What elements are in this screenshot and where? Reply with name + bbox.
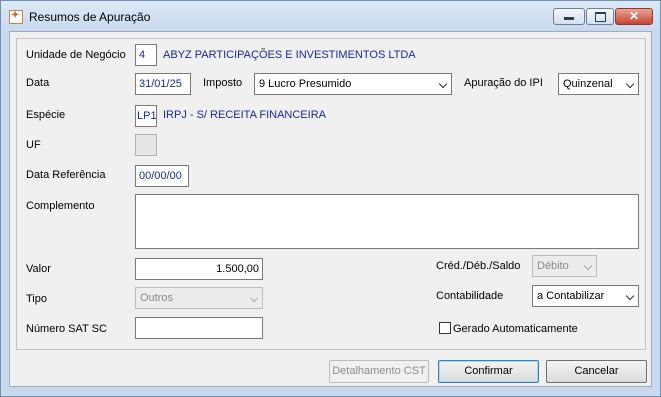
complemento-textarea[interactable] bbox=[135, 194, 639, 249]
dialog-client: Unidade de Negócio 4 ABYZ PARTICIPAÇÕES … bbox=[9, 31, 652, 387]
title-bar[interactable]: ✦ Resumos de Apuração ✕ bbox=[1, 1, 660, 31]
numero-sat-label: Número SAT SC bbox=[26, 323, 107, 335]
contabilidade-value: a Contabilizar bbox=[537, 290, 605, 302]
especie-code-field[interactable]: LP1 bbox=[135, 105, 157, 127]
chevron-down-icon bbox=[249, 293, 259, 303]
especie-label: Espécie bbox=[26, 109, 66, 121]
imposto-select[interactable]: 9 Lucro Presumido bbox=[254, 73, 452, 95]
detalhamento-cst-button: Detalhamento CST bbox=[329, 360, 429, 383]
valor-field[interactable]: 1.500,00 bbox=[135, 258, 263, 280]
chevron-down-icon bbox=[438, 79, 448, 89]
imposto-label: Imposto bbox=[203, 77, 243, 89]
data-referencia-label: Data Referência bbox=[26, 169, 106, 181]
close-icon: ✕ bbox=[628, 9, 640, 23]
chevron-down-icon bbox=[625, 291, 635, 301]
chevron-down-icon bbox=[583, 261, 593, 271]
unidade-label: Unidade de Negócio bbox=[26, 49, 126, 61]
cred-deb-saldo-label: Créd./Déb./Saldo bbox=[436, 260, 521, 272]
contabilidade-label: Contabilidade bbox=[436, 290, 504, 302]
app-icon: ✦ bbox=[9, 10, 23, 24]
chevron-down-icon bbox=[625, 79, 635, 89]
data-referencia-field[interactable]: 00/00/00 bbox=[135, 165, 189, 187]
dialog-window: ✦ Resumos de Apuração ✕ Unidade de Negóc… bbox=[0, 0, 661, 397]
imposto-value: 9 Lucro Presumido bbox=[259, 78, 352, 90]
maximize-button[interactable] bbox=[586, 8, 614, 25]
especie-name: IRPJ - S/ RECEITA FINANCEIRA bbox=[163, 109, 326, 121]
close-button[interactable]: ✕ bbox=[615, 8, 653, 25]
tipo-value: Outros bbox=[140, 292, 174, 304]
uf-field bbox=[135, 134, 157, 156]
gerado-auto-checkbox[interactable] bbox=[439, 322, 451, 334]
minimize-button[interactable] bbox=[553, 8, 585, 25]
uf-label: UF bbox=[26, 139, 41, 151]
valor-label: Valor bbox=[26, 263, 51, 275]
gerado-auto-label: Gerado Automaticamente bbox=[453, 323, 578, 335]
unidade-code-field[interactable]: 4 bbox=[135, 44, 157, 66]
maximize-icon bbox=[594, 12, 606, 22]
minimize-icon bbox=[564, 17, 574, 20]
form-panel: Unidade de Negócio 4 ABYZ PARTICIPAÇÕES … bbox=[16, 38, 646, 350]
confirmar-button[interactable]: Confirmar bbox=[438, 360, 539, 383]
data-label: Data bbox=[26, 77, 50, 89]
apuracao-ipi-label: Apuração do IPI bbox=[464, 77, 543, 89]
cred-deb-saldo-select: Débito bbox=[532, 255, 597, 277]
apuracao-ipi-value: Quinzenal bbox=[563, 78, 613, 90]
cancelar-button[interactable]: Cancelar bbox=[546, 360, 647, 383]
contabilidade-select[interactable]: a Contabilizar bbox=[532, 285, 639, 307]
data-field[interactable]: 31/01/25 bbox=[135, 73, 191, 95]
unidade-name: ABYZ PARTICIPAÇÕES E INVESTIMENTOS LTDA bbox=[163, 49, 416, 61]
window-title: Resumos de Apuração bbox=[29, 10, 151, 24]
numero-sat-field[interactable] bbox=[135, 317, 263, 339]
apuracao-ipi-select[interactable]: Quinzenal bbox=[558, 73, 639, 95]
complemento-label: Complemento bbox=[26, 200, 95, 212]
cred-deb-saldo-value: Débito bbox=[537, 260, 569, 272]
tipo-label: Tipo bbox=[26, 293, 47, 305]
tipo-select: Outros bbox=[135, 287, 263, 309]
